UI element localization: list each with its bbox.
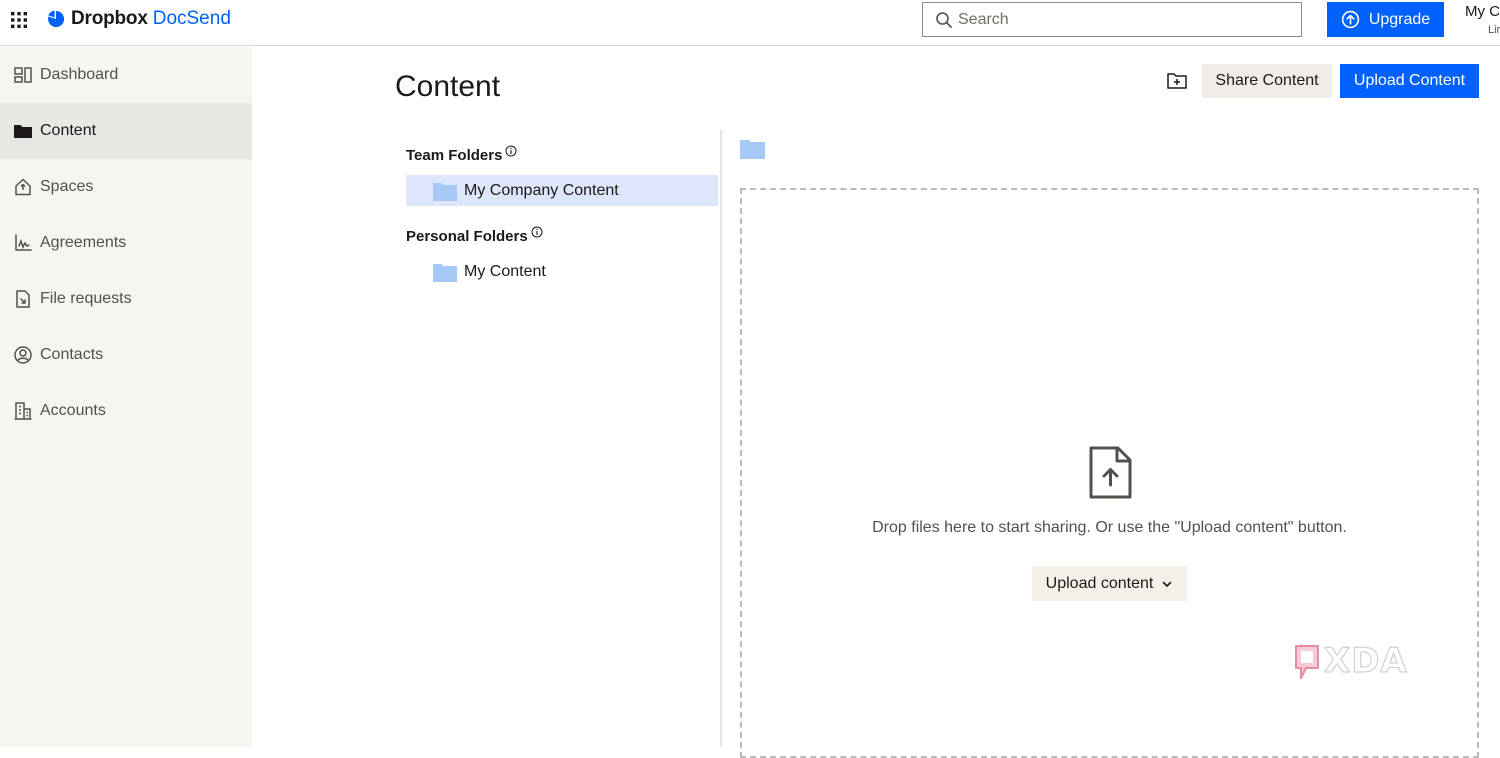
- folder-tree: Team Folders My Company Content Personal…: [406, 145, 718, 287]
- watermark-text: XDA: [1324, 641, 1408, 681]
- sidebar-item-label: Spaces: [40, 178, 94, 195]
- sidebar-item-file-requests[interactable]: File requests: [0, 271, 252, 327]
- logo-brand: Dropbox: [71, 8, 148, 29]
- new-folder-icon: [1167, 73, 1187, 89]
- tree-item-label: My Content: [464, 262, 546, 280]
- breadcrumb-folder-icon[interactable]: [740, 138, 765, 159]
- logo[interactable]: Dropbox DocSend: [47, 8, 231, 30]
- tree-item-label: My Company Content: [464, 181, 619, 199]
- top-bar: Dropbox DocSend Upgrade My C Lir: [0, 0, 1500, 46]
- dashboard-icon: [14, 67, 32, 83]
- sidebar-item-agreements[interactable]: Agreements: [0, 215, 252, 271]
- chevron-down-icon: [1163, 581, 1172, 587]
- sidebar: Dashboard Content Spaces Agreements File…: [0, 47, 252, 747]
- sidebar-item-content[interactable]: Content: [0, 103, 252, 159]
- tree-item-my-company-content[interactable]: My Company Content: [406, 175, 718, 206]
- upload-file-icon: [1089, 446, 1132, 499]
- sidebar-item-label: Accounts: [40, 402, 106, 419]
- sidebar-item-label: Contacts: [40, 346, 104, 363]
- agreements-icon: [15, 234, 32, 251]
- personal-folders-heading: Personal Folders: [406, 226, 718, 256]
- folder-icon: [14, 125, 32, 138]
- personal-folders-label: Personal Folders: [406, 228, 528, 245]
- sidebar-item-dashboard[interactable]: Dashboard: [0, 47, 252, 103]
- sidebar-item-contacts[interactable]: Contacts: [0, 327, 252, 383]
- sidebar-item-label: File requests: [40, 290, 132, 307]
- accounts-icon: [14, 402, 32, 420]
- info-icon[interactable]: [505, 145, 517, 157]
- new-folder-button[interactable]: [1162, 67, 1192, 95]
- account-name[interactable]: My C: [1465, 3, 1500, 20]
- pane-divider[interactable]: [720, 130, 722, 747]
- docsend-logo-icon: [48, 10, 65, 27]
- upgrade-button[interactable]: Upgrade: [1327, 2, 1444, 37]
- tree-item-my-content[interactable]: My Content: [406, 256, 718, 287]
- search-icon: [936, 11, 952, 28]
- share-content-button[interactable]: Share Content: [1202, 64, 1332, 98]
- sidebar-item-spaces[interactable]: Spaces: [0, 159, 252, 215]
- account-subtitle: Lir: [1488, 24, 1500, 36]
- folder-icon: [433, 263, 457, 282]
- spaces-icon: [15, 178, 31, 196]
- page-title: Content: [395, 70, 501, 103]
- upload-content-button[interactable]: Upload Content: [1340, 64, 1479, 98]
- search-box[interactable]: [922, 2, 1302, 37]
- sidebar-item-accounts[interactable]: Accounts: [0, 383, 252, 439]
- upgrade-label: Upgrade: [1368, 10, 1431, 28]
- upload-content-label: Upload content: [1045, 574, 1154, 592]
- xda-watermark-logo: XDA: [1295, 640, 1408, 682]
- team-folders-heading: Team Folders: [406, 145, 718, 175]
- sidebar-item-label: Content: [40, 122, 97, 139]
- team-folders-label: Team Folders: [406, 147, 503, 164]
- sidebar-item-label: Dashboard: [40, 66, 119, 83]
- info-icon[interactable]: [531, 226, 543, 238]
- contacts-icon: [14, 346, 32, 364]
- folder-icon: [433, 182, 457, 201]
- sidebar-item-label: Agreements: [40, 234, 127, 251]
- logo-product: DocSend: [152, 8, 231, 29]
- app-grid-icon[interactable]: [10, 11, 28, 29]
- search-input[interactable]: [958, 10, 1301, 29]
- upload-content-dropdown[interactable]: Upload content: [1032, 566, 1187, 601]
- upgrade-arrow-icon: [1341, 10, 1360, 29]
- dropzone-message: Drop files here to start sharing. Or use…: [872, 519, 1347, 536]
- file-request-icon: [16, 290, 30, 308]
